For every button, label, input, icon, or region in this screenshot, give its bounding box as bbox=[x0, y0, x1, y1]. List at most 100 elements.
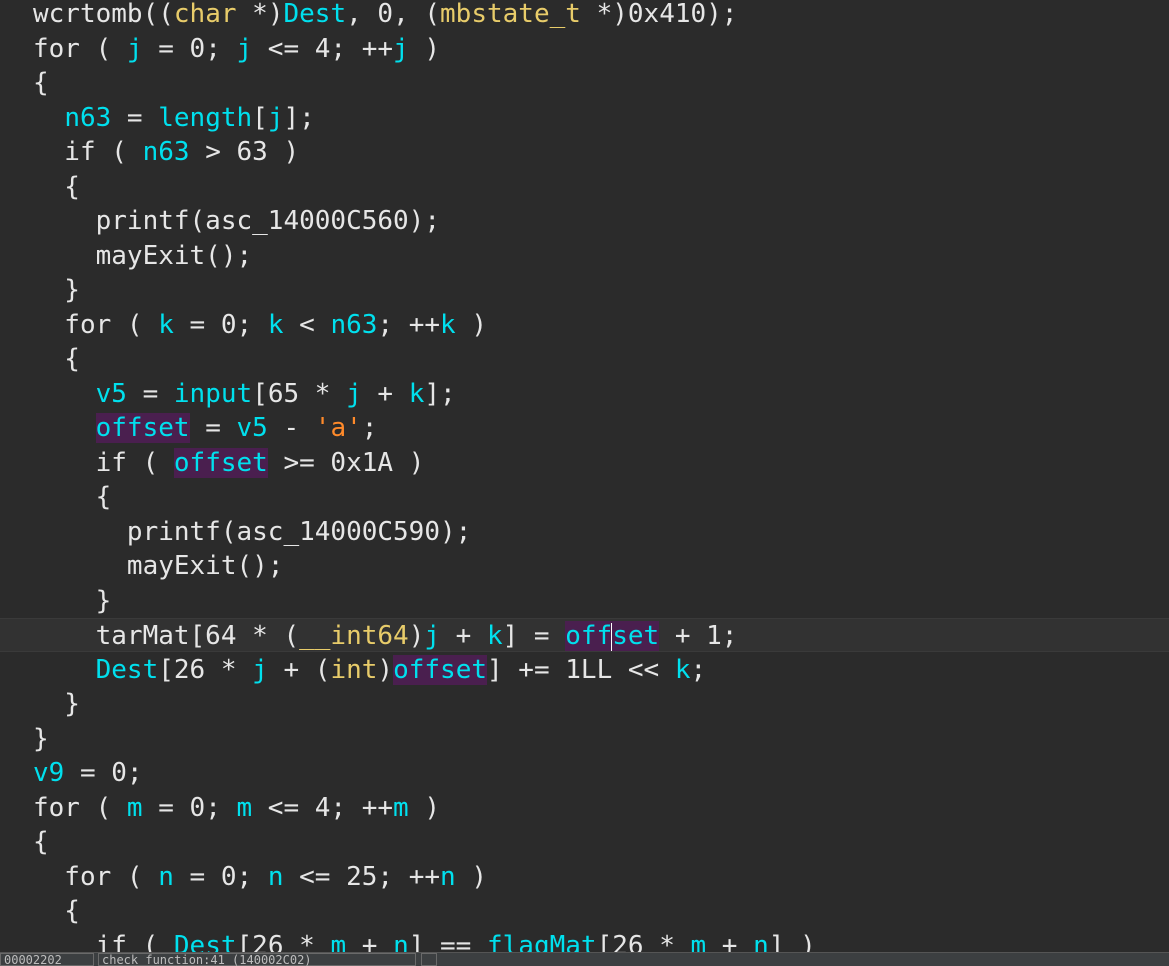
identifier[interactable]: n63 bbox=[64, 103, 111, 133]
code-line[interactable]: if ( n63 > 63 ) bbox=[0, 135, 1169, 169]
highlighted-identifier[interactable]: set bbox=[612, 621, 660, 651]
highlighted-identifier[interactable]: off bbox=[565, 621, 613, 651]
identifier[interactable]: n bbox=[158, 862, 174, 892]
identifier[interactable]: v9 bbox=[33, 758, 64, 788]
code-token: mayExit(); bbox=[33, 551, 284, 581]
code-line[interactable]: n63 = length[j]; bbox=[0, 101, 1169, 135]
code-line[interactable]: { bbox=[0, 894, 1169, 928]
code-line[interactable]: printf(asc_14000C590); bbox=[0, 515, 1169, 549]
identifier[interactable]: n bbox=[393, 931, 409, 953]
identifier[interactable]: j bbox=[393, 34, 409, 64]
code-line[interactable]: } bbox=[0, 722, 1169, 756]
code-token: ) bbox=[408, 792, 441, 823]
code-line[interactable]: v5 = input[65 * j + k]; bbox=[0, 377, 1169, 411]
code-line[interactable]: Dest[26 * j + (int)offset] += 1LL << k; bbox=[0, 653, 1169, 687]
code-line[interactable]: { bbox=[0, 170, 1169, 204]
code-line[interactable]: { bbox=[0, 66, 1169, 100]
code-token: - bbox=[267, 413, 315, 443]
code-token: + 1; bbox=[659, 621, 738, 651]
code-token: + bbox=[346, 930, 394, 953]
identifier[interactable]: k bbox=[268, 310, 284, 340]
code-line[interactable]: for ( k = 0; k < n63; ++k ) bbox=[0, 308, 1169, 342]
code-line[interactable]: mayExit(); bbox=[0, 549, 1169, 583]
code-line[interactable]: for ( m = 0; m <= 4; ++m ) bbox=[0, 791, 1169, 825]
identifier[interactable]: k bbox=[409, 379, 425, 409]
code-token: [26 * bbox=[236, 930, 331, 953]
code-line[interactable]: } bbox=[0, 273, 1169, 307]
identifier[interactable]: j bbox=[346, 379, 362, 409]
identifier[interactable]: j bbox=[237, 34, 253, 64]
highlighted-identifier[interactable]: offset bbox=[95, 413, 190, 443]
code-line[interactable]: tarMat[64 * (__int64)j + k] = offset + 1… bbox=[0, 618, 1169, 652]
code-token: __int64 bbox=[299, 621, 409, 651]
code-line[interactable]: for ( j = 0; j <= 4; ++j ) bbox=[0, 32, 1169, 66]
identifier[interactable]: k bbox=[487, 621, 503, 651]
identifier[interactable]: m bbox=[237, 793, 253, 823]
code-token: 'a' bbox=[314, 413, 362, 443]
code-token: + bbox=[361, 378, 409, 409]
identifier[interactable]: Dest bbox=[283, 0, 346, 29]
code-line[interactable]: offset = v5 - 'a'; bbox=[0, 411, 1169, 445]
pseudocode-editor[interactable]: wcrtomb((char *)Dest, 0, (mbstate_t *)0x… bbox=[0, 0, 1169, 952]
code-token: ] ) bbox=[768, 930, 816, 953]
code-token: = bbox=[126, 378, 174, 409]
identifier[interactable]: Dest bbox=[174, 931, 237, 953]
code-token: mbstate_t bbox=[440, 0, 581, 29]
identifier[interactable]: j bbox=[268, 103, 284, 133]
identifier[interactable]: Dest bbox=[96, 655, 159, 685]
identifier[interactable]: m bbox=[127, 793, 143, 823]
identifier[interactable]: m bbox=[393, 793, 409, 823]
identifier[interactable]: n bbox=[753, 931, 769, 953]
code-token: if ( bbox=[33, 930, 174, 953]
identifier[interactable]: input bbox=[174, 379, 252, 409]
code-line[interactable]: if ( offset >= 0x1A ) bbox=[0, 446, 1169, 480]
code-token: ] == bbox=[408, 930, 487, 953]
code-line[interactable]: mayExit(); bbox=[0, 239, 1169, 273]
code-token: for ( bbox=[33, 309, 159, 340]
code-token: = bbox=[189, 413, 237, 443]
identifier[interactable]: m bbox=[691, 931, 707, 953]
status-bar: 00002202 check_function:41 (140002C02) bbox=[0, 952, 1169, 966]
code-line[interactable]: { bbox=[0, 480, 1169, 514]
identifier[interactable]: flagMat bbox=[487, 931, 597, 953]
code-token: = 0; bbox=[173, 861, 268, 892]
code-token: [26 * bbox=[158, 654, 253, 685]
code-token: ]; bbox=[424, 378, 456, 409]
code-token: { bbox=[33, 344, 80, 374]
identifier[interactable]: k bbox=[440, 310, 456, 340]
identifier[interactable]: n63 bbox=[143, 137, 190, 167]
identifier[interactable]: v5 bbox=[96, 379, 127, 409]
identifier[interactable]: m bbox=[330, 931, 346, 953]
code-token: printf(asc_14000C560); bbox=[33, 206, 440, 236]
code-line[interactable]: v9 = 0; bbox=[0, 756, 1169, 790]
highlighted-identifier[interactable]: offset bbox=[173, 447, 268, 478]
identifier[interactable]: n63 bbox=[330, 310, 377, 340]
code-token: ] += 1LL << bbox=[487, 654, 675, 685]
code-token: > 63 ) bbox=[189, 137, 300, 167]
identifier[interactable]: length bbox=[158, 103, 252, 133]
code-line[interactable]: if ( Dest[26 * m + n] == flagMat[26 * m … bbox=[0, 929, 1169, 953]
code-token: ; bbox=[361, 413, 378, 443]
code-token: + bbox=[706, 930, 754, 953]
identifier[interactable]: j bbox=[127, 34, 143, 64]
identifier[interactable]: k bbox=[158, 310, 174, 340]
identifier[interactable]: j bbox=[252, 655, 268, 685]
identifier[interactable]: k bbox=[675, 655, 691, 685]
highlighted-identifier[interactable]: offset bbox=[393, 654, 487, 685]
code-token: tarMat[64 * ( bbox=[33, 621, 300, 651]
identifier[interactable]: n bbox=[268, 862, 284, 892]
code-line[interactable]: printf(asc_14000C560); bbox=[0, 204, 1169, 238]
code-line[interactable]: } bbox=[0, 687, 1169, 721]
code-line[interactable]: { bbox=[0, 342, 1169, 376]
code-token: ) bbox=[408, 33, 441, 64]
identifier[interactable]: j bbox=[424, 621, 440, 651]
code-line[interactable]: { bbox=[0, 825, 1169, 859]
code-line[interactable]: wcrtomb((char *)Dest, 0, (mbstate_t *)0x… bbox=[0, 0, 1169, 31]
code-line[interactable]: } bbox=[0, 584, 1169, 618]
code-token: + bbox=[440, 621, 487, 651]
identifier[interactable]: n bbox=[440, 862, 456, 892]
identifier[interactable]: v5 bbox=[237, 413, 268, 443]
code-line[interactable]: for ( n = 0; n <= 25; ++n ) bbox=[0, 860, 1169, 894]
